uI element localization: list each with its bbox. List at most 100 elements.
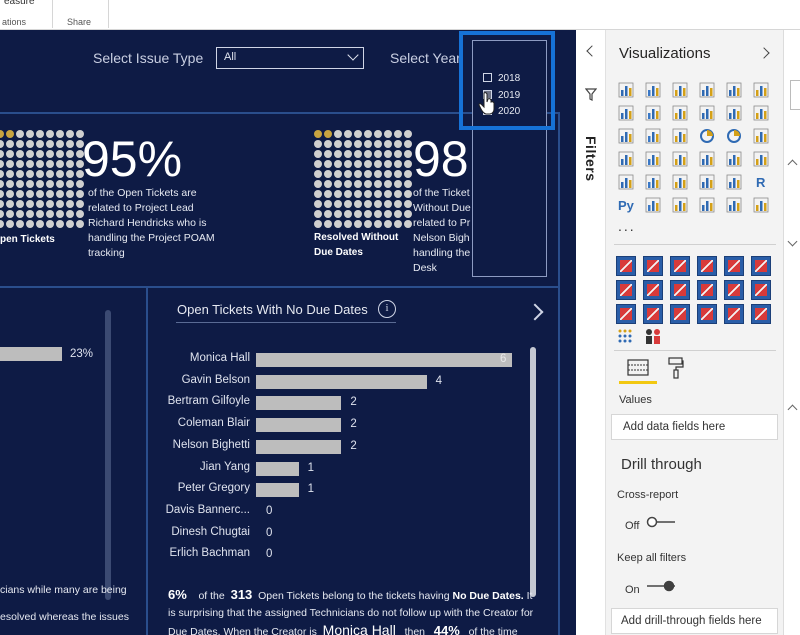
shape-map-icon[interactable]	[672, 151, 688, 167]
multi-card-icon[interactable]	[618, 174, 634, 190]
decomposition-tree-icon[interactable]	[672, 197, 688, 213]
search-box-edge[interactable]	[790, 80, 800, 110]
waffle-dot	[344, 190, 352, 198]
filled-map-icon[interactable]	[645, 151, 661, 167]
chevron-down-icon[interactable]	[787, 236, 798, 247]
bar[interactable]	[256, 374, 427, 389]
more-visuals-icon[interactable]: ...	[618, 218, 636, 234]
key-influencers-icon[interactable]	[645, 197, 661, 213]
custom-visual-icon[interactable]	[643, 280, 663, 300]
stacked-bar-icon[interactable]	[618, 82, 634, 98]
custom-visual-icon[interactable]	[697, 304, 717, 324]
custom-visual-icon[interactable]	[697, 280, 717, 300]
waffle-dot	[384, 210, 392, 218]
python-visual-icon[interactable]: Py	[618, 197, 635, 213]
slicer-icon[interactable]	[672, 174, 688, 190]
stacked-column-icon[interactable]	[645, 82, 661, 98]
drill-through-drop-zone[interactable]: Add drill-through fields here	[611, 608, 778, 634]
donut-chart-icon[interactable]	[726, 128, 742, 144]
line-column-icon[interactable]	[699, 105, 715, 121]
custom-visual-icon[interactable]	[670, 304, 690, 324]
waffle-dot	[46, 160, 54, 168]
bar[interactable]	[256, 461, 299, 476]
bar[interactable]	[256, 353, 512, 367]
new-measure-button[interactable]: easure	[4, 0, 35, 7]
filters-pane-collapsed[interactable]: Filters	[576, 30, 606, 635]
area-chart-icon[interactable]	[645, 105, 661, 121]
chevron-up-icon[interactable]	[787, 404, 798, 415]
custom-visual-icon[interactable]	[751, 280, 771, 300]
line-cluster-icon[interactable]	[726, 105, 742, 121]
bar[interactable]	[256, 396, 342, 411]
custom-visual-icon[interactable]	[697, 256, 717, 276]
waffle-dot	[314, 160, 322, 168]
cross-report-toggle[interactable]: Off	[625, 516, 675, 534]
custom-visual-icon[interactable]	[751, 256, 771, 276]
custom-visual-icon[interactable]	[670, 280, 690, 300]
waffle-dot	[56, 160, 64, 168]
left-chart-scrollbar[interactable]	[105, 310, 111, 600]
map-icon[interactable]	[618, 151, 634, 167]
people-graph-icon[interactable]	[644, 328, 660, 344]
treemap-icon[interactable]	[753, 128, 769, 144]
fields-icon[interactable]	[627, 358, 649, 378]
kpi-icon[interactable]	[645, 174, 661, 190]
custom-visual-icon[interactable]	[724, 304, 744, 324]
waffle-dot	[56, 170, 64, 178]
custom-visual-icon[interactable]	[643, 304, 663, 324]
ribbon-chart-icon[interactable]	[753, 105, 769, 121]
table-icon[interactable]	[699, 174, 715, 190]
clustered-bar-icon[interactable]	[672, 82, 688, 98]
paint-roller-icon[interactable]	[668, 357, 684, 379]
keep-all-filters-toggle[interactable]: On	[625, 580, 675, 598]
svg-text:R: R	[756, 175, 766, 190]
custom-visual-icon[interactable]	[670, 256, 690, 276]
custom-visual-icon[interactable]	[616, 304, 636, 324]
panel-border	[0, 286, 560, 288]
chevron-left-icon[interactable]	[586, 45, 598, 57]
custom-visual-icon[interactable]	[616, 280, 636, 300]
dot-matrix-icon[interactable]	[617, 328, 633, 344]
waffle-dot	[344, 140, 352, 148]
arcgis-icon[interactable]	[699, 151, 715, 167]
bar[interactable]	[256, 439, 342, 454]
issue-type-slicer[interactable]: All	[216, 47, 364, 69]
gauge-icon[interactable]	[726, 151, 742, 167]
chevron-right-icon[interactable]	[526, 303, 544, 321]
info-icon[interactable]: i	[378, 300, 396, 318]
waffle-dot	[46, 150, 54, 158]
chart-scrollbar[interactable]	[530, 347, 536, 597]
stacked-area-icon[interactable]	[672, 105, 688, 121]
waffle-dot	[324, 130, 332, 138]
matrix-icon[interactable]	[726, 174, 742, 190]
custom-visual-icon[interactable]	[724, 256, 744, 276]
qa-icon[interactable]	[699, 197, 715, 213]
funnel-chart-icon[interactable]	[645, 128, 661, 144]
chart-scrollbar-thumb[interactable]	[530, 347, 536, 597]
smart-narrative-icon[interactable]	[726, 197, 742, 213]
waffle-dot	[0, 190, 4, 198]
scatter-icon[interactable]	[672, 128, 688, 144]
line-chart-icon[interactable]	[618, 105, 634, 121]
bar[interactable]	[256, 483, 299, 498]
paginated-icon[interactable]	[753, 197, 769, 213]
100-bar-icon[interactable]	[726, 82, 742, 98]
custom-visual-icon[interactable]	[616, 256, 636, 276]
waffle-dot	[324, 170, 332, 178]
waffle-dot	[26, 220, 34, 228]
clustered-column-icon[interactable]	[699, 82, 715, 98]
card-description: of the Ticket Without Due related to Pr Nel…	[413, 187, 471, 274]
pie-chart-icon[interactable]	[699, 128, 715, 144]
values-drop-zone[interactable]: Add data fields here	[611, 414, 778, 440]
card-label: Resolved Without Due Dates	[314, 232, 399, 258]
chevron-up-icon[interactable]	[787, 159, 798, 170]
chevron-right-icon[interactable]	[758, 47, 770, 59]
r-visual-icon[interactable]: R	[753, 174, 769, 190]
bar[interactable]	[256, 418, 342, 433]
100-column-icon[interactable]	[753, 82, 769, 98]
custom-visual-icon[interactable]	[643, 256, 663, 276]
waterfall-icon[interactable]	[618, 128, 634, 144]
custom-visual-icon[interactable]	[751, 304, 771, 324]
custom-visual-icon[interactable]	[724, 280, 744, 300]
card-icon[interactable]	[753, 151, 769, 167]
